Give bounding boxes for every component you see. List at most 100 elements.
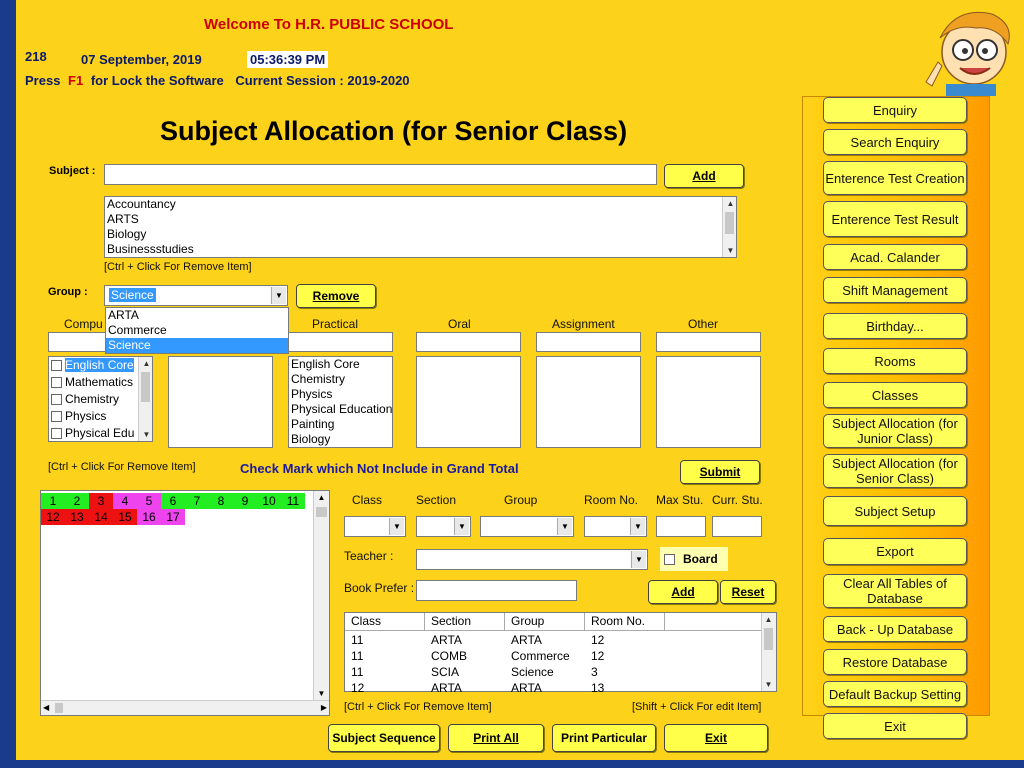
subject-list-scrollbar[interactable]: ▲ ▼	[722, 197, 736, 257]
assignment-list[interactable]	[536, 356, 641, 448]
max-stu-input[interactable]	[656, 516, 706, 537]
compulsory-checklist[interactable]: English Core Mathematics Chemistry Physi…	[48, 356, 153, 442]
grid-number-cell[interactable]: 5	[137, 493, 161, 509]
grid-hscrollbar[interactable]: ◀ ▶	[41, 700, 329, 715]
grid-number-cell[interactable]: 10	[257, 493, 281, 509]
table-header-class[interactable]: Class	[345, 613, 425, 630]
checkbox[interactable]	[51, 394, 62, 406]
oral-list[interactable]	[416, 356, 521, 448]
dropdown-option[interactable]: ARTA	[106, 308, 288, 323]
scroll-left-icon[interactable]: ◀	[43, 701, 49, 715]
group-select[interactable]: Science ▼	[104, 285, 288, 306]
grid-number-cell[interactable]: 13	[65, 509, 89, 525]
checklist-item[interactable]: Chemistry	[49, 391, 152, 408]
grid-number-cell[interactable]: 12	[41, 509, 65, 525]
sidebar-item-exit[interactable]: Exit	[823, 713, 967, 739]
checkbox[interactable]	[51, 360, 62, 372]
list-item[interactable]: ARTS	[105, 212, 736, 227]
list-item[interactable]: Chemistry	[289, 372, 392, 387]
grid-number-cell[interactable]: 4	[113, 493, 137, 509]
table-row[interactable]: 11 ARTA ARTA 12	[345, 632, 763, 648]
checkbox[interactable]	[51, 411, 62, 423]
chevron-down-icon[interactable]: ▼	[454, 518, 469, 535]
scroll-thumb[interactable]	[55, 703, 63, 713]
class-select[interactable]: ▼	[344, 516, 406, 537]
grid-number-cell[interactable]: 16	[137, 509, 161, 525]
table-scrollbar[interactable]: ▲ ▼	[761, 613, 776, 691]
scroll-up-icon[interactable]: ▲	[314, 491, 329, 505]
room-select[interactable]: ▼	[584, 516, 647, 537]
list-item[interactable]: English Core	[289, 357, 392, 372]
scroll-down-icon[interactable]: ▼	[139, 428, 152, 441]
sidebar-item-shift-management[interactable]: Shift Management	[823, 277, 967, 303]
grid-number-cell[interactable]: 15	[113, 509, 137, 525]
other-input[interactable]	[656, 332, 761, 352]
sidebar-item-search-enquiry[interactable]: Search Enquiry	[823, 129, 967, 155]
checkbox[interactable]	[51, 428, 62, 440]
chevron-down-icon[interactable]: ▼	[630, 518, 645, 535]
teacher-select[interactable]: ▼	[416, 549, 648, 570]
sidebar-item-birthday[interactable]: Birthday...	[823, 313, 967, 339]
chevron-down-icon[interactable]: ▼	[389, 518, 404, 535]
exit-button[interactable]: Exit	[664, 724, 768, 752]
assignment-input[interactable]	[536, 332, 641, 352]
scroll-down-icon[interactable]: ▼	[723, 244, 736, 257]
sidebar-item-subject-allocation-junior[interactable]: Subject Allocation (for Junior Class)	[823, 414, 967, 448]
sidebar-item-subject-allocation-senior[interactable]: Subject Allocation (for Senior Class)	[823, 454, 967, 488]
list-item[interactable]: Painting	[289, 417, 392, 432]
table-header-room[interactable]: Room No.	[585, 613, 665, 630]
table-row[interactable]: 12 ARTA ARTA 13	[345, 680, 763, 696]
scroll-down-icon[interactable]: ▼	[762, 678, 775, 691]
dropdown-option[interactable]: Commerce	[106, 323, 288, 338]
sidebar-item-default-backup-setting[interactable]: Default Backup Setting	[823, 681, 967, 707]
subject-add-button[interactable]: Add	[664, 164, 744, 188]
table-row[interactable]: 11 COMB Commerce 12	[345, 648, 763, 664]
list-item[interactable]: Biology	[105, 227, 736, 242]
grid-vscrollbar[interactable]: ▲ ▼	[313, 491, 329, 701]
scroll-right-icon[interactable]: ▶	[321, 701, 327, 715]
table-row[interactable]: 11 SCIA Science 3	[345, 664, 763, 680]
scroll-thumb[interactable]	[764, 628, 773, 650]
scroll-thumb[interactable]	[316, 507, 327, 517]
grid-number-cell[interactable]: 11	[281, 493, 305, 509]
second-list[interactable]	[168, 356, 273, 448]
checklist-item[interactable]: Physical Edu	[49, 425, 152, 441]
checklist-item[interactable]: Physics	[49, 408, 152, 425]
sidebar-item-entrance-test-result[interactable]: Enterence Test Result	[823, 201, 967, 237]
scroll-thumb[interactable]	[141, 372, 150, 402]
sidebar-item-enquiry[interactable]: Enquiry	[823, 97, 967, 123]
grid-number-cell[interactable]: 9	[233, 493, 257, 509]
number-grid-panel[interactable]: 1 2 3 4 5 6 7 8 9 10 11 12 13 14 15 16 17 ▲ ▼ ◀ ▶	[40, 490, 330, 716]
grid-number-cell[interactable]: 6	[161, 493, 185, 509]
sidebar-item-export[interactable]: Export	[823, 538, 967, 565]
section-select[interactable]: ▼	[416, 516, 471, 537]
grid-number-cell[interactable]: 8	[209, 493, 233, 509]
sidebar-item-acad-calendar[interactable]: Acad. Calander	[823, 244, 967, 270]
scroll-up-icon[interactable]: ▲	[723, 197, 736, 210]
sidebar-item-classes[interactable]: Classes	[823, 382, 967, 408]
subject-sequence-button[interactable]: Subject Sequence	[328, 724, 440, 752]
scroll-up-icon[interactable]: ▲	[762, 613, 775, 626]
scroll-down-icon[interactable]: ▼	[314, 687, 329, 701]
sidebar-item-entrance-test-creation[interactable]: Enterence Test Creation	[823, 161, 967, 195]
list-item[interactable]: Physics	[289, 387, 392, 402]
grid-number-cell[interactable]: 7	[185, 493, 209, 509]
group-remove-button[interactable]: Remove	[296, 284, 376, 308]
list-item[interactable]: Physical Education	[289, 402, 392, 417]
scroll-up-icon[interactable]: ▲	[139, 357, 152, 370]
form-add-button[interactable]: Add	[648, 580, 718, 604]
oral-input[interactable]	[416, 332, 521, 352]
checklist-item[interactable]: Mathematics	[49, 374, 152, 391]
chevron-down-icon[interactable]: ▼	[631, 551, 646, 568]
form-group-select[interactable]: ▼	[480, 516, 574, 537]
print-all-button[interactable]: Print All	[448, 724, 544, 752]
list-item[interactable]: Businessstudies	[105, 242, 736, 257]
curr-stu-input[interactable]	[712, 516, 762, 537]
subject-input[interactable]	[104, 164, 657, 185]
practical-list[interactable]: English Core Chemistry Physics Physical …	[288, 356, 393, 448]
subject-list[interactable]: Accountancy ARTS Biology Businessstudies…	[104, 196, 737, 258]
list-item[interactable]: Accountancy	[105, 197, 736, 212]
grid-number-cell[interactable]: 3	[89, 493, 113, 509]
sidebar-item-rooms[interactable]: Rooms	[823, 348, 967, 374]
board-checkbox-group[interactable]: Board	[660, 547, 728, 571]
